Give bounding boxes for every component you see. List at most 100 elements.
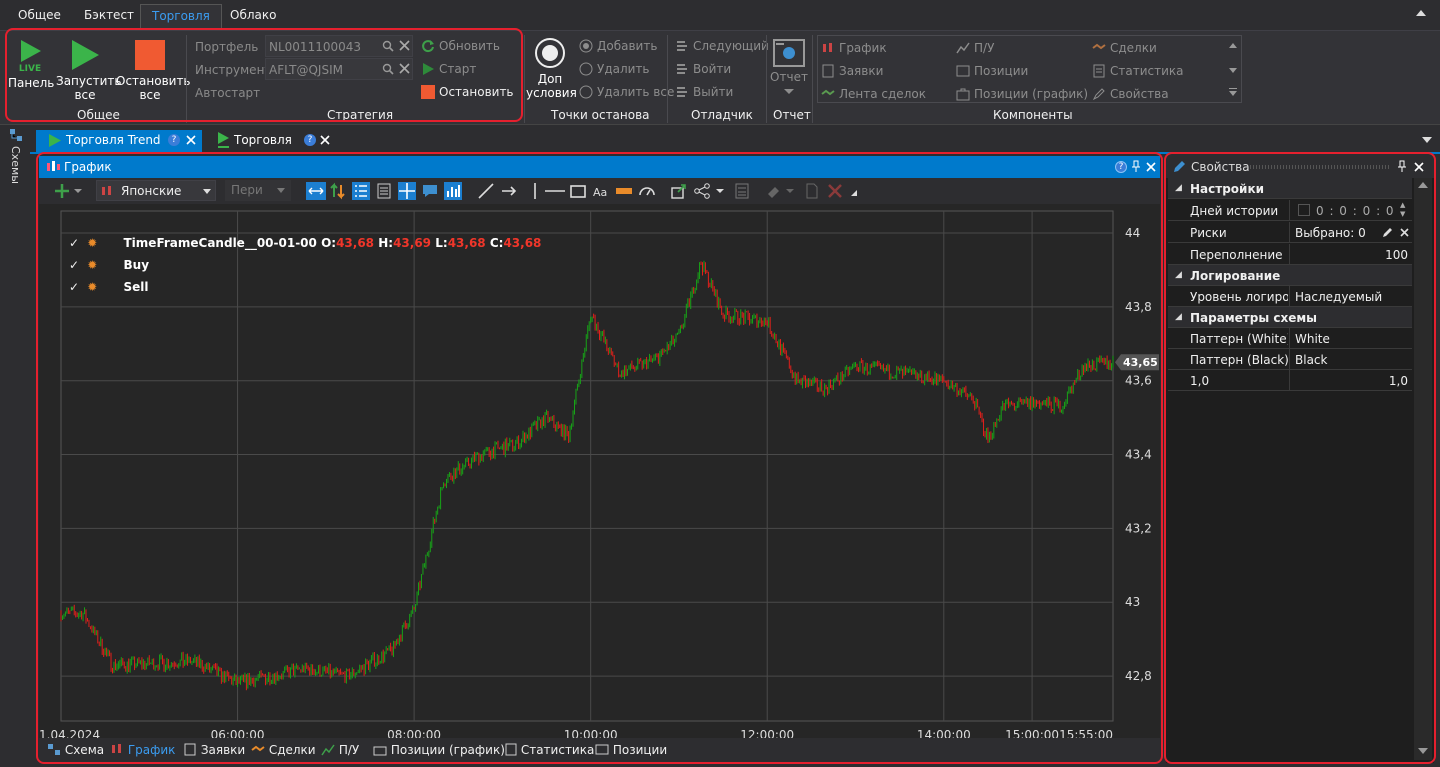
chart-plot[interactable]: 44 43,8 43,6 43,4 43,2 43 42,8 1.04.2024 06:00:0… bbox=[39, 204, 1160, 742]
property-history-days[interactable]: Дней истории 0 : 0 : 0 : 0 ▲ ▼ bbox=[1168, 200, 1412, 221]
component-tape[interactable]: Лента сделок bbox=[821, 87, 926, 101]
stop-button[interactable]: Остановить bbox=[421, 85, 514, 99]
collapse-icon[interactable]: ◢ bbox=[1175, 183, 1182, 193]
gear-icon[interactable]: ✹ bbox=[87, 280, 97, 294]
debug-next-button[interactable]: Следующий bbox=[675, 39, 769, 53]
tab-orders[interactable]: Заявки bbox=[183, 743, 245, 757]
gear-icon[interactable]: ✹ bbox=[87, 258, 97, 272]
tab-chart[interactable]: График bbox=[110, 743, 175, 757]
arrow-right-icon[interactable] bbox=[500, 182, 518, 200]
property-pattern-white[interactable]: Паттерн (White) White bbox=[1168, 328, 1412, 349]
property-value[interactable]: 1,0 bbox=[1389, 374, 1408, 388]
gauge-icon[interactable] bbox=[638, 182, 656, 200]
toolbar-overflow-icon[interactable] bbox=[849, 182, 859, 200]
collapse-ribbon-icon[interactable] bbox=[1416, 10, 1426, 16]
tab-positions-chart[interactable]: Позиции (график) bbox=[373, 743, 505, 757]
property-ratio[interactable]: 1,0 1,0 bbox=[1168, 370, 1412, 391]
close-icon[interactable] bbox=[186, 135, 196, 145]
property-value[interactable]: White bbox=[1295, 332, 1330, 346]
period-select[interactable]: Пери bbox=[225, 180, 291, 201]
volume-icon[interactable] bbox=[444, 182, 462, 200]
pin-icon[interactable] bbox=[1397, 160, 1407, 173]
component-pnl[interactable]: П/У bbox=[956, 41, 994, 55]
debug-step-in-button[interactable]: Войти bbox=[675, 62, 731, 76]
tab-trading-trend[interactable]: Торговля Trend ? bbox=[36, 130, 202, 152]
component-properties[interactable]: Свойства bbox=[1092, 87, 1169, 101]
trend-line-icon[interactable] bbox=[477, 182, 495, 200]
add-breakpoint-button[interactable]: Добавить bbox=[579, 39, 657, 53]
remove-all-breakpoints-button[interactable]: Удалить все bbox=[579, 85, 674, 99]
clear-icon[interactable] bbox=[399, 40, 410, 51]
crosshair-icon[interactable] bbox=[398, 182, 416, 200]
chevron-down-icon[interactable] bbox=[785, 182, 795, 200]
portfolio-field[interactable]: NL0011100043 bbox=[265, 35, 413, 57]
ruler-icon[interactable] bbox=[615, 182, 633, 200]
autostart-label[interactable]: Автостарт bbox=[195, 86, 260, 100]
section-scheme-params[interactable]: ◢ Параметры схемы bbox=[1168, 307, 1412, 328]
tab-trading-live[interactable]: Торговля ? bbox=[210, 130, 338, 152]
legend-candles[interactable]: ✓ ✹ TimeFrameCandle__00-01-00 O:43,68 H:… bbox=[69, 236, 541, 250]
export-icon[interactable] bbox=[670, 182, 688, 200]
start-all-button[interactable]: Запустить все bbox=[56, 39, 121, 102]
component-chart[interactable]: График bbox=[821, 41, 887, 55]
rectangle-icon[interactable] bbox=[569, 182, 587, 200]
checkmark-icon[interactable]: ✓ bbox=[69, 280, 79, 294]
add-icon[interactable] bbox=[53, 182, 71, 200]
close-icon[interactable] bbox=[1146, 162, 1156, 172]
clear-icon[interactable] bbox=[399, 63, 410, 74]
scroll-up-icon[interactable] bbox=[1418, 182, 1428, 188]
gear-icon[interactable]: ✹ bbox=[87, 236, 97, 250]
tab-trading[interactable]: Торговля bbox=[140, 4, 222, 30]
clear-icon[interactable] bbox=[1400, 228, 1409, 237]
property-log-level[interactable]: Уровень логиро... Наследуемый bbox=[1168, 286, 1412, 307]
section-logging[interactable]: ◢ Логирование bbox=[1168, 265, 1412, 286]
history-checkbox[interactable] bbox=[1298, 204, 1310, 216]
checkmark-icon[interactable]: ✓ bbox=[69, 258, 79, 272]
extra-conditions-button[interactable]: Доп условия bbox=[526, 37, 577, 100]
help-icon[interactable]: ? bbox=[304, 134, 316, 146]
legend-buy[interactable]: ✓ ✹ Buy bbox=[69, 258, 149, 272]
property-overflow[interactable]: Переполнение 100 bbox=[1168, 244, 1412, 265]
schemes-tab[interactable]: Схемы bbox=[9, 146, 22, 184]
close-icon[interactable] bbox=[1414, 162, 1424, 172]
delete-icon[interactable] bbox=[826, 182, 844, 200]
remove-breakpoint-button[interactable]: Удалить bbox=[579, 62, 650, 76]
new-document-icon[interactable] bbox=[803, 182, 821, 200]
help-icon[interactable]: ? bbox=[1115, 161, 1127, 173]
edit-icon[interactable] bbox=[1382, 227, 1393, 238]
property-pattern-black[interactable]: Паттерн (Black) Black bbox=[1168, 349, 1412, 370]
property-value[interactable]: 100 bbox=[1385, 248, 1408, 262]
panel-button[interactable]: LIVE Панель bbox=[8, 39, 54, 90]
component-orders[interactable]: Заявки bbox=[821, 64, 883, 78]
checkmark-icon[interactable]: ✓ bbox=[69, 236, 79, 250]
candle-type-select[interactable]: Японские bbox=[96, 180, 216, 201]
drag-grip[interactable] bbox=[1250, 165, 1390, 169]
legend-sell[interactable]: ✓ ✹ Sell bbox=[69, 280, 149, 294]
component-trades[interactable]: Сделки bbox=[1092, 41, 1157, 55]
text-tool-icon[interactable]: Aa bbox=[592, 182, 610, 200]
gallery-scroll-icon[interactable] bbox=[1228, 42, 1238, 98]
start-button[interactable]: Старт bbox=[421, 62, 476, 76]
properties-scrollbar[interactable] bbox=[1414, 178, 1432, 760]
schemes-icon[interactable] bbox=[9, 128, 23, 142]
collapse-icon[interactable]: ◢ bbox=[1175, 312, 1182, 322]
property-value[interactable]: Black bbox=[1295, 353, 1327, 367]
autoscroll-icon[interactable] bbox=[306, 182, 326, 200]
chevron-down-icon[interactable] bbox=[715, 182, 725, 200]
eraser-icon[interactable] bbox=[765, 182, 783, 200]
refresh-button[interactable]: Обновить bbox=[421, 39, 500, 53]
share-icon[interactable] bbox=[693, 182, 711, 200]
search-icon[interactable] bbox=[382, 40, 394, 52]
tab-trades[interactable]: Сделки bbox=[251, 743, 316, 757]
legend-list-icon[interactable] bbox=[352, 182, 370, 200]
debug-step-out-button[interactable]: Выйти bbox=[675, 85, 733, 99]
component-positions-chart[interactable]: Позиции (график) bbox=[956, 87, 1088, 101]
search-icon[interactable] bbox=[382, 63, 394, 75]
document-icon[interactable] bbox=[375, 182, 393, 200]
section-settings[interactable]: ◢ Настройки bbox=[1168, 178, 1412, 199]
property-value[interactable]: Наследуемый bbox=[1295, 290, 1382, 304]
component-statistics[interactable]: Статистика bbox=[1092, 64, 1184, 78]
close-icon[interactable] bbox=[320, 135, 330, 145]
comment-icon[interactable] bbox=[421, 182, 439, 200]
tab-pnl[interactable]: П/У bbox=[321, 743, 359, 757]
